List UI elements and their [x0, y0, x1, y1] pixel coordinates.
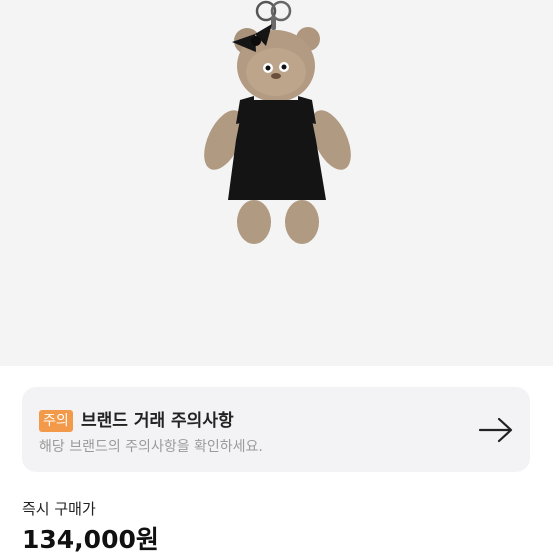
arrow-right-icon[interactable]: [478, 417, 514, 443]
bear-keyring-image: [204, 0, 351, 244]
price-value: 134,000원: [22, 525, 159, 554]
instant-buy-label: 즉시 구매가: [22, 500, 96, 518]
notice-title: 브랜드 거래 주의사항: [81, 411, 234, 431]
caution-badge: 주의: [39, 410, 73, 432]
brand-notice-card[interactable]: 주의 브랜드 거래 주의사항 해당 브랜드의 주의사항을 확인하세요.: [22, 387, 530, 472]
notice-subtitle: 해당 브랜드의 주의사항을 확인하세요.: [39, 439, 263, 455]
product-image[interactable]: [0, 0, 553, 366]
